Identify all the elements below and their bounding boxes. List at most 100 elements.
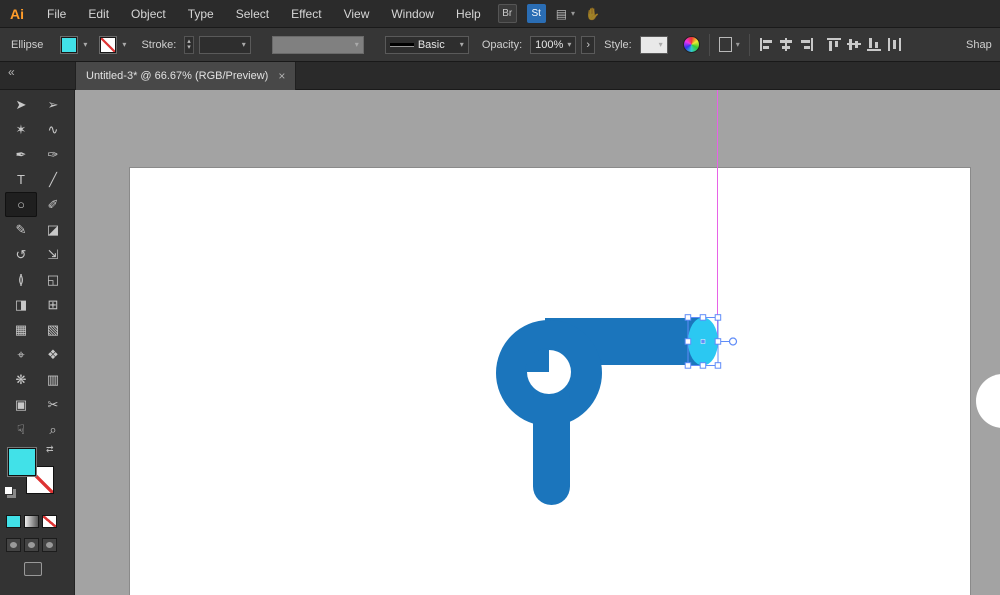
screen-mode-button[interactable] [24, 562, 42, 576]
type-tool[interactable]: T [5, 167, 37, 192]
touch-workspace-icon[interactable]: ✋ [585, 7, 600, 21]
menu-select[interactable]: Select [225, 0, 280, 28]
width-tool[interactable]: ≬ [5, 267, 37, 292]
shape-panel-label[interactable]: Shap [966, 39, 992, 51]
style-label[interactable]: Style: [604, 39, 632, 51]
eyedropper-tool[interactable]: ⌖ [5, 342, 37, 367]
brush-definition-combo[interactable]: ▾ [271, 35, 364, 54]
pencil-tool[interactable]: ✎ [5, 217, 37, 242]
ellipse-tool[interactable]: ○ [5, 192, 37, 217]
selection-tool[interactable]: ➤ [5, 92, 37, 117]
eraser-tool[interactable]: ◪ [37, 217, 69, 242]
rotate-tool[interactable]: ↺ [5, 242, 37, 267]
align-top-icon[interactable] [826, 38, 842, 51]
arrange-documents-icon[interactable]: ▤ ▾ [556, 7, 575, 21]
handle-sw[interactable] [684, 362, 692, 369]
scale-tool[interactable]: ⇲ [37, 242, 69, 267]
artboard-tool[interactable]: ▣ [5, 392, 37, 417]
chevron-down-icon: ▾ [241, 40, 246, 49]
none-button[interactable] [42, 515, 57, 528]
shape-builder-tool[interactable]: ◨ [5, 292, 37, 317]
handle-n[interactable] [699, 314, 707, 321]
align-center-icon[interactable] [779, 38, 794, 51]
draw-normal-button[interactable] [6, 538, 21, 552]
tab-close-icon[interactable]: × [278, 69, 285, 83]
hand-tool[interactable]: ☟ [5, 417, 37, 442]
stroke-weight-label[interactable]: Stroke: [141, 39, 176, 51]
menu-window[interactable]: Window [380, 0, 445, 28]
opacity-combo[interactable]: 100% ▾ [530, 35, 577, 54]
handle-w[interactable] [684, 338, 692, 345]
handle-nw[interactable] [684, 314, 692, 321]
ellipse-widget-handle[interactable] [728, 337, 738, 346]
pen-tool[interactable]: ✒ [5, 142, 37, 167]
fill-swatch[interactable] [7, 447, 37, 477]
chevron-down-icon[interactable]: ▾ [83, 40, 87, 49]
menu-view[interactable]: View [333, 0, 381, 28]
align-right-icon[interactable] [799, 38, 814, 51]
menu-type[interactable]: Type [177, 0, 225, 28]
artwork-layer [496, 90, 1000, 505]
line-segment-tool[interactable]: ╱ [37, 167, 69, 192]
free-transform-tool[interactable]: ◱ [37, 267, 69, 292]
illustrator-logo: Ai [10, 5, 24, 22]
step-down-icon[interactable]: ▾ [187, 44, 191, 51]
menu-file[interactable]: File [36, 0, 77, 28]
canvas[interactable] [75, 90, 1000, 595]
swap-fill-stroke-icon[interactable]: ⇄ [46, 444, 54, 455]
perspective-grid-tool[interactable]: ⊞ [37, 292, 69, 317]
white-circle-shape[interactable] [976, 374, 1000, 428]
magic-wand-tool[interactable]: ✶ [5, 117, 37, 142]
symbol-sprayer-tool[interactable]: ❋ [5, 367, 37, 392]
draw-inside-button[interactable] [42, 538, 57, 552]
chevron-down-icon[interactable]: ▾ [122, 40, 126, 49]
tools-panel: ➤ ➢ ✶ ∿ ✒ ✑ T ╱ ○ ✐ ✎ ◪ ↺ ⇲ ≬ ◱ ◨ ⊞ ▦ ▧ ⌖ ❖ ❋ ▥ ▣ ✂ ☟ ⌕ ⇄ [0, 90, 75, 595]
stroke-weight-combo[interactable]: ▾ [198, 35, 251, 54]
stroke-weight-stepper[interactable]: ▴ ▾ [184, 35, 194, 54]
paintbrush-tool[interactable]: ✐ [37, 192, 69, 217]
gradient-button[interactable] [24, 515, 39, 528]
handle-s[interactable] [699, 362, 707, 369]
zoom-tool[interactable]: ⌕ [37, 417, 69, 442]
panel-collapse-icon[interactable]: « [8, 65, 15, 79]
document-setup-icon[interactable]: ▾ [718, 37, 740, 52]
handle[interactable] [533, 380, 570, 505]
direct-selection-tool[interactable]: ➢ [37, 92, 69, 117]
recolor-artwork-icon[interactable] [682, 36, 700, 53]
opacity-label[interactable]: Opacity: [482, 39, 522, 51]
blend-tool[interactable]: ❖ [37, 342, 69, 367]
menu-effect[interactable]: Effect [280, 0, 332, 28]
handle-se[interactable] [714, 362, 722, 369]
fill-color-swatch[interactable] [60, 35, 79, 54]
stroke-color-swatch[interactable] [99, 35, 118, 54]
menu-help[interactable]: Help [445, 0, 492, 28]
draw-behind-button[interactable] [24, 538, 39, 552]
lasso-tool[interactable]: ∿ [37, 117, 69, 142]
default-fill-stroke-icon[interactable] [4, 486, 13, 495]
menu-object[interactable]: Object [120, 0, 177, 28]
align-vcenter-icon[interactable] [846, 38, 862, 51]
control-bar: Ellipse ▾ ▾ Stroke: ▴ ▾ ▾ ▾ Basic ▾ Opac… [0, 28, 1000, 62]
mesh-tool[interactable]: ▦ [5, 317, 37, 342]
bridge-button[interactable]: Br [497, 4, 517, 23]
document-tab[interactable]: Untitled-3* @ 66.67% (RGB/Preview) × [75, 62, 297, 90]
menu-edit[interactable]: Edit [77, 0, 120, 28]
gradient-tool[interactable]: ▧ [37, 317, 69, 342]
handle-ne[interactable] [714, 314, 722, 321]
curvature-tool[interactable]: ✑ [37, 142, 69, 167]
column-graph-tool[interactable]: ▥ [37, 367, 69, 392]
stroke-style-combo[interactable]: Basic ▾ [384, 35, 469, 54]
slice-tool[interactable]: ✂ [37, 392, 69, 417]
center-point[interactable] [700, 339, 706, 344]
color-button[interactable] [6, 515, 21, 528]
distribute-icon[interactable] [887, 38, 902, 51]
hairdryer-shape[interactable] [496, 318, 703, 505]
chevron-down-icon: ▾ [354, 40, 359, 49]
style-combo[interactable]: ▾ [639, 35, 668, 54]
handle-e[interactable] [714, 338, 722, 345]
stock-button[interactable]: St [526, 4, 546, 23]
transparency-panel-button[interactable]: › [581, 35, 596, 54]
context-label: Ellipse [11, 38, 44, 51]
align-left-icon[interactable] [759, 38, 774, 51]
align-bottom-icon[interactable] [866, 38, 882, 51]
